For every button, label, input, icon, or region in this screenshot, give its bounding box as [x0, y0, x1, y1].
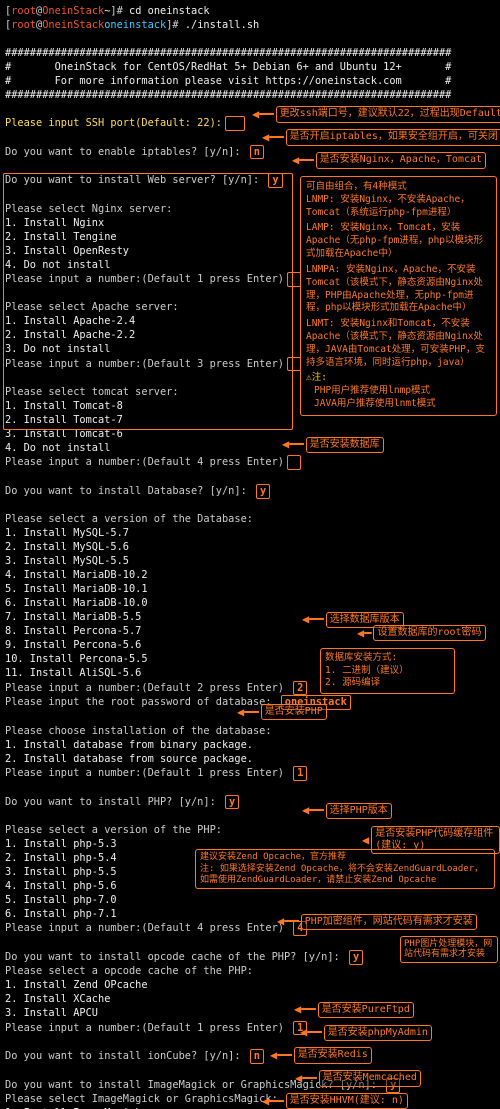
list-option: 5. Install php-7.0	[5, 893, 495, 907]
note-imagick: PHP图片处理模块，网站代码有需求才安装	[400, 936, 498, 964]
list-option: 3. Install MySQL-5.5	[5, 555, 495, 569]
banner-border: ########################################…	[5, 46, 495, 60]
ans-php[interactable]: y	[225, 795, 239, 810]
q-db-binsrc: Please choose installation of the databa…	[5, 724, 495, 738]
q-ioncube: Do you want to install ionCube? [y/n]: n	[5, 1049, 495, 1064]
q-php: Do you want to install PHP? [y/n]: y	[5, 795, 495, 810]
note-opcache-detail: 建议安装Zend Opcache，官方推荐 注: 如果选择安装Zend Opca…	[195, 849, 495, 889]
ans-ioncube[interactable]: n	[250, 1049, 264, 1064]
note-hhvm: ◀━━是否安装HHVM(建议: n)	[260, 1093, 408, 1109]
q-opcode-sel: Please select a opcode cache of the PHP:	[5, 965, 495, 979]
ans-iptables[interactable]: n	[250, 145, 264, 160]
note-dbpwd: ◀━设置数据库的root密码	[355, 625, 486, 641]
q-imagick-sel: Please select ImageMagick or GraphicsMag…	[5, 1093, 495, 1107]
note-php: ◀━━是否安装PHP	[235, 704, 327, 720]
ans-opcode[interactable]: y	[349, 950, 363, 965]
note-binsrc: 数据库安装方式: 1. 二进制（建议） 2. 源码编译	[320, 648, 455, 694]
banner-line1: # OneinStack for CentOS/RedHat 5+ Debian…	[5, 60, 495, 74]
list-option: 1. Install Zend OPcache	[5, 979, 495, 993]
q-tomcat-num: Please input a number:(Default 4 press E…	[5, 455, 495, 470]
note-memcached: ◀━━是否安装Memcached	[293, 1070, 421, 1086]
note-web: ◀━━是否安装Nginx，Apache，Tomcat	[290, 152, 486, 168]
ans-ssh[interactable]	[225, 116, 245, 131]
list-option: 5. Install MariaDB-10.1	[5, 583, 495, 597]
list-option: 4. Install MariaDB-10.2	[5, 569, 495, 583]
banner-border: ########################################…	[5, 88, 495, 102]
list-option: 2. Install database from source package.	[5, 752, 495, 766]
list-option: 2. Install MySQL-5.6	[5, 541, 495, 555]
ans-tomcat-num[interactable]	[287, 455, 301, 470]
note-pma: ◀━━是否安装phpMyAdmin	[298, 1025, 432, 1041]
note-ioncube: ◀━━PHP加密组件，网站代码有需求才安装	[275, 914, 477, 930]
shell-prompt-1: [root@OneinStack ~]# cd oneinstack	[5, 4, 495, 18]
q-db-binsrc-num: Please input a number:(Default 1 press E…	[5, 766, 495, 781]
web-group-outline	[3, 173, 293, 430]
note-iptables: ◀━━是否开启iptables，如果安全组开启，可关闭	[260, 129, 500, 145]
list-option: 2. Install XCache	[5, 993, 495, 1007]
note-db: ◀━━是否安装数据库	[280, 437, 384, 453]
ans-db[interactable]: y	[256, 484, 270, 499]
q-dbver: Please select a version of the Database:	[5, 513, 495, 527]
q-imagick: Do you want to install ImageMagick or Gr…	[5, 1078, 495, 1093]
list-option: 3. Install APCU	[5, 1007, 495, 1021]
terminal-window[interactable]: [root@OneinStack ~]# cd oneinstack [root…	[0, 0, 500, 1109]
shell-prompt-2: [root@OneinStack oneinstack]# ./install.…	[5, 18, 495, 32]
list-option: 1. Install database from binary package.	[5, 738, 495, 752]
banner-line2: # For more information please visit http…	[5, 74, 495, 88]
note-ssh: ◀━━更改ssh端口号，建议默认22，过程出现Default可直接回车	[250, 106, 500, 122]
list-option: 7. Install MariaDB-5.5	[5, 611, 495, 625]
note-phpver: ◀━━选择PHP版本	[300, 803, 392, 819]
note-redis: ◀━━是否安装Redis	[268, 1047, 372, 1063]
list-option: 1. Install MySQL-5.7	[5, 527, 495, 541]
list-option: 4. Do not install	[5, 441, 495, 455]
ans-db-binsrc-num[interactable]: 1	[293, 766, 307, 781]
note-web-modes: 可自由组合，有4种模式 LNMP: 安装Nginx，不安装Apache，Tomc…	[300, 176, 497, 416]
note-ftp: ◀━━是否安装PureFtpd	[292, 1002, 414, 1018]
ans-db-num[interactable]: 2	[293, 681, 307, 696]
list-option: 6. Install MariaDB-10.0	[5, 597, 495, 611]
q-db: Do you want to install Database? [y/n]: …	[5, 484, 495, 499]
